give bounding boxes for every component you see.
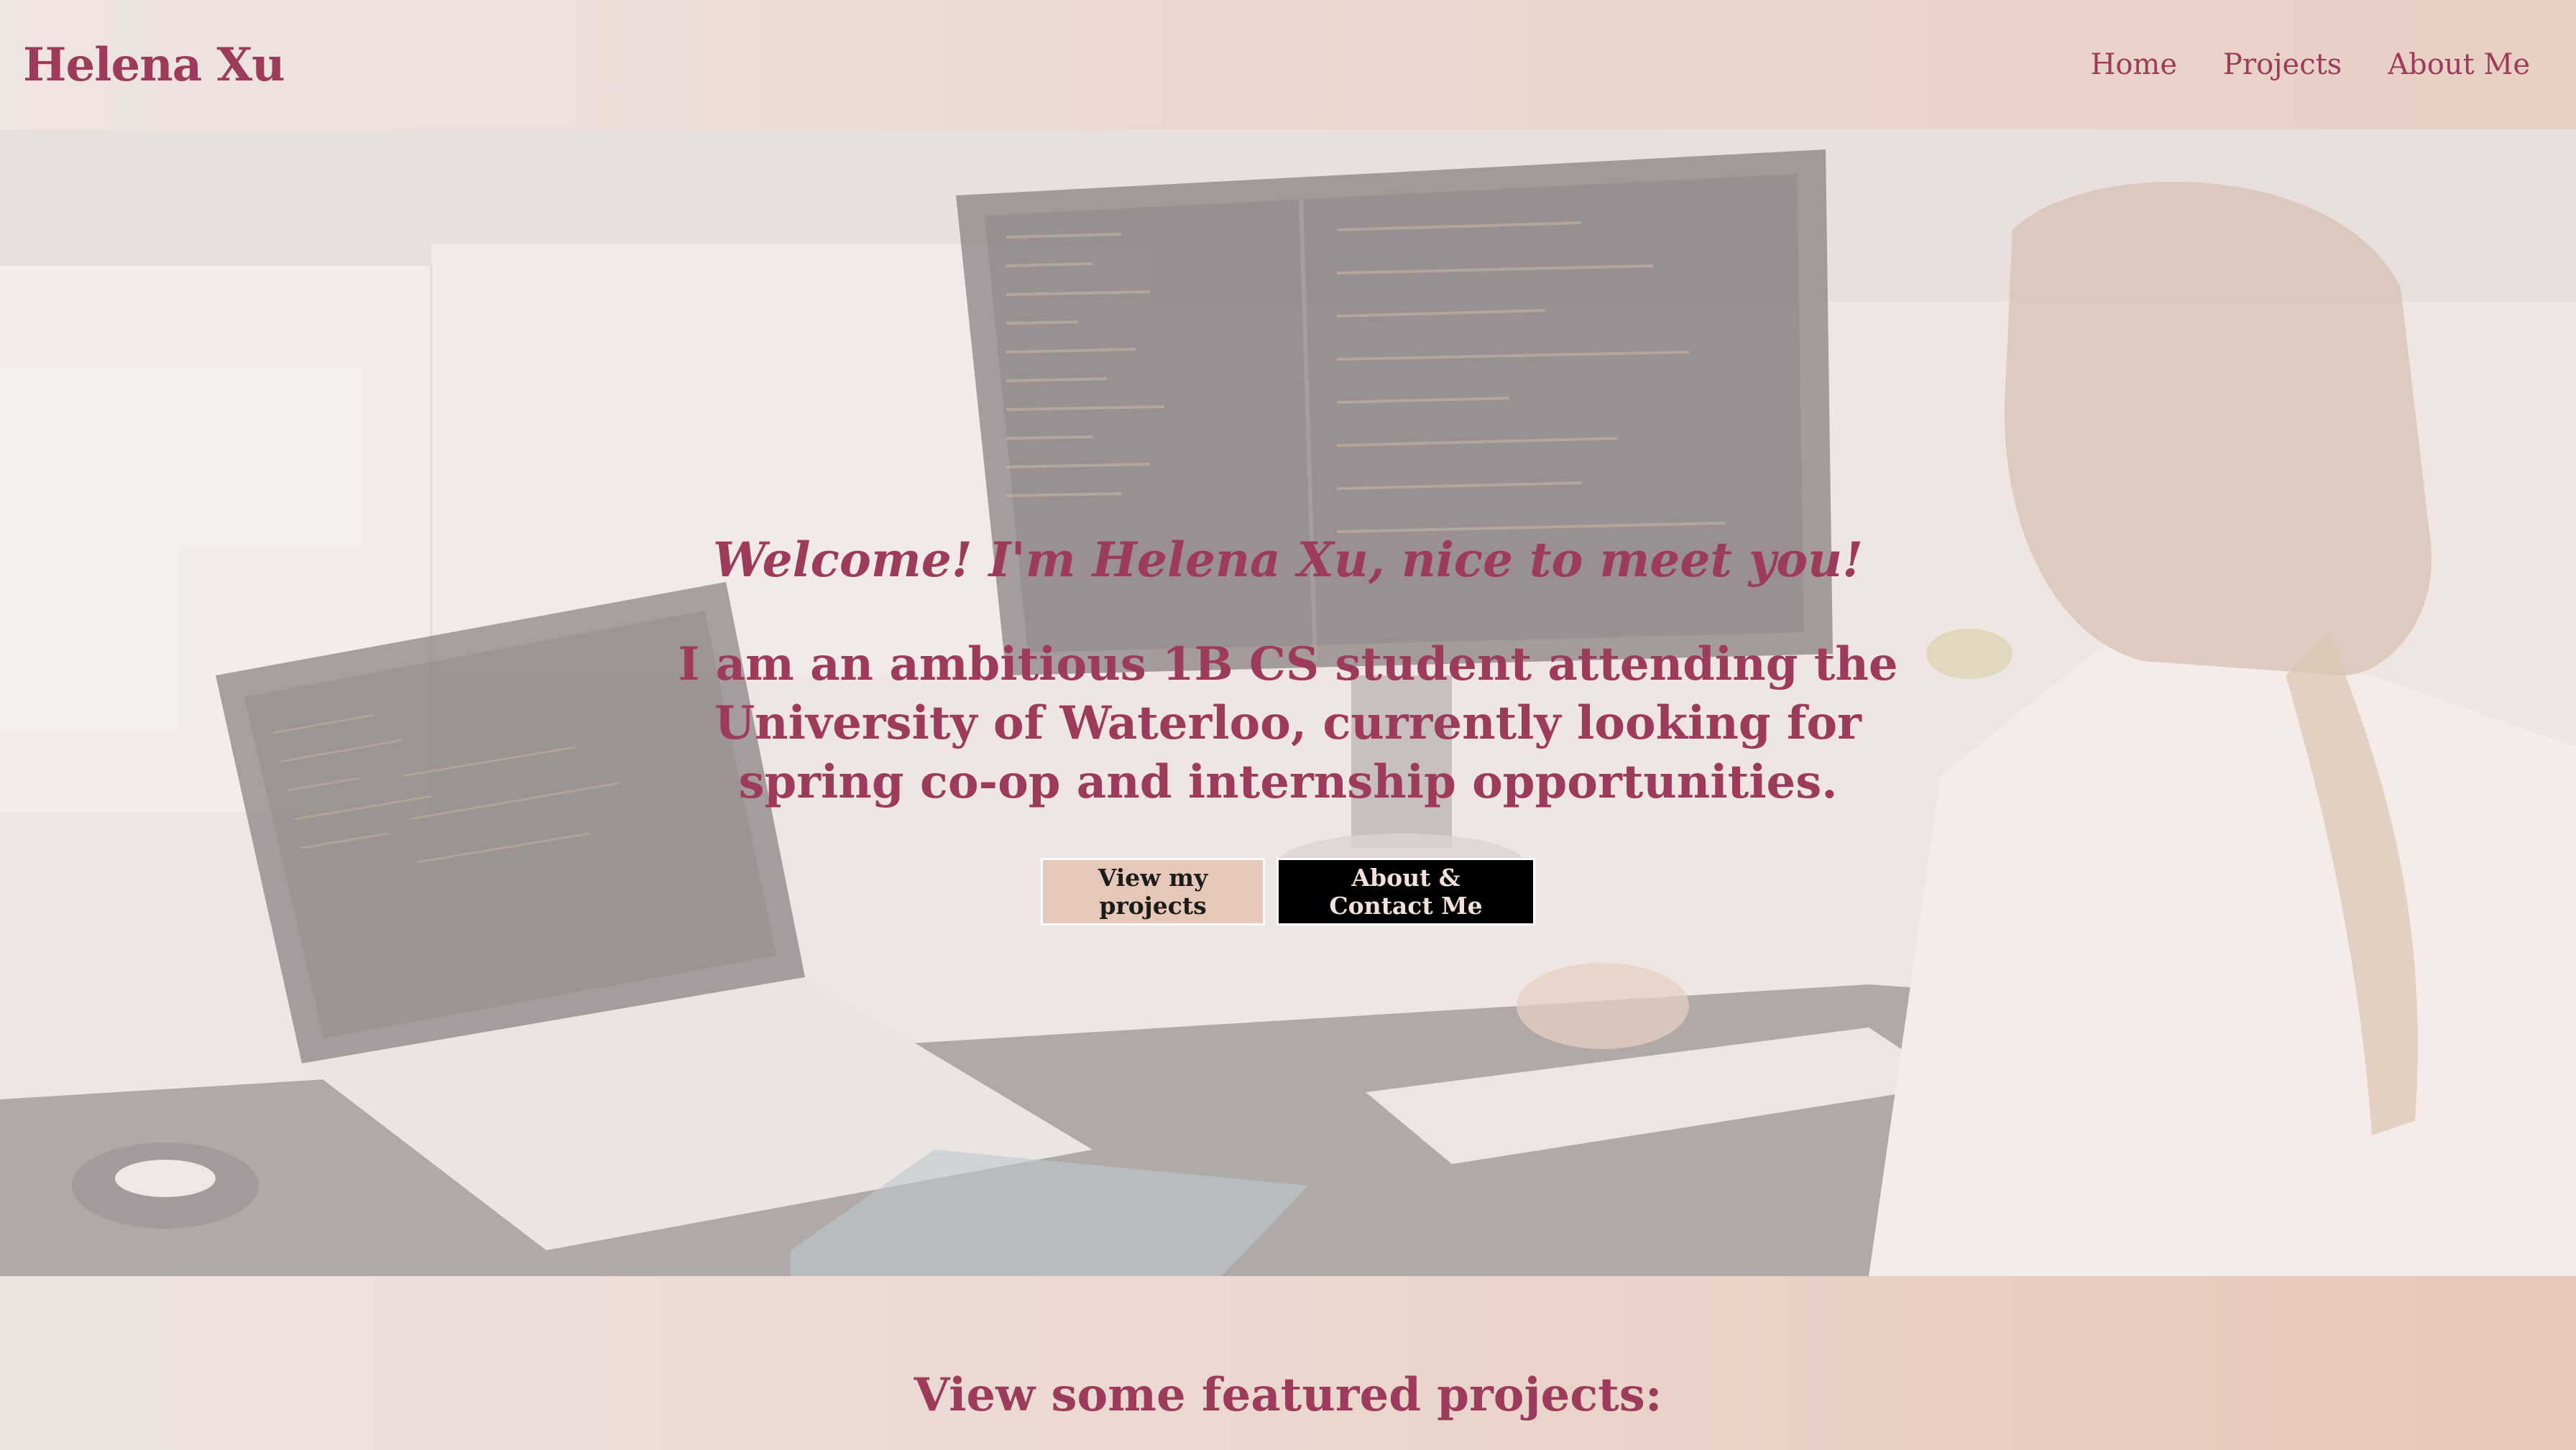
main-nav: Home Projects About Me <box>2090 48 2553 81</box>
nav-about-link[interactable]: About Me <box>2388 48 2530 81</box>
intro-heading: I am an ambitious 1B CS student attendin… <box>678 637 1898 809</box>
cta-buttons: View my projects About & Contact Me <box>0 858 2576 925</box>
featured-projects-heading: View some featured projects: <box>914 1368 1662 1422</box>
hero-content: Welcome! I'm Helena Xu, nice to meet you… <box>0 532 2576 925</box>
top-navbar: Helena Xu Home Projects About Me <box>0 0 2576 129</box>
view-projects-button[interactable]: View my projects <box>1041 858 1265 925</box>
hero-section: Welcome! I'm Helena Xu, nice to meet you… <box>0 129 2576 1276</box>
nav-projects-link[interactable]: Projects <box>2223 48 2342 81</box>
brand-logo[interactable]: Helena Xu <box>23 38 285 92</box>
featured-projects-section: View some featured projects: <box>0 1276 2576 1450</box>
welcome-heading: Welcome! I'm Helena Xu, nice to meet you… <box>712 532 1864 588</box>
nav-home-link[interactable]: Home <box>2090 48 2177 81</box>
about-contact-button[interactable]: About & Contact Me <box>1276 858 1535 925</box>
